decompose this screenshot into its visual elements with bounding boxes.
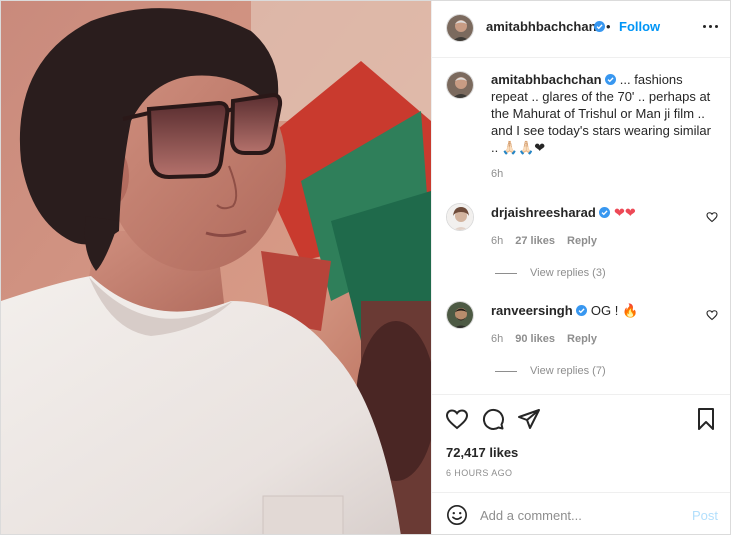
- verified-badge-icon: [605, 74, 617, 85]
- author-avatar-image: [447, 15, 473, 41]
- comment-body: ranveersingh OG ! 🔥: [491, 303, 638, 319]
- post-photo-image: [1, 1, 431, 534]
- caption-avatar-image: [447, 72, 473, 98]
- view-replies-button[interactable]: View replies (3): [495, 267, 606, 279]
- comment-like-icon[interactable]: [706, 211, 718, 223]
- comment-likes[interactable]: 27 likes: [515, 235, 555, 247]
- paper-plane-icon[interactable]: [517, 407, 541, 431]
- post-header: amitabhbachchan • Follow: [432, 1, 730, 58]
- post-photo[interactable]: [1, 1, 431, 534]
- author-avatar[interactable]: [446, 14, 474, 42]
- view-replies-label: View replies (3): [530, 267, 606, 279]
- comment-like-icon[interactable]: [706, 309, 718, 321]
- author-username[interactable]: amitabhbachchan: [486, 19, 597, 34]
- comment-meta: 6h 27 likes Reply: [491, 235, 597, 247]
- replies-divider: [495, 370, 517, 372]
- comment-username[interactable]: ranveersingh: [491, 303, 573, 318]
- verified-badge-icon: [594, 21, 605, 32]
- comment-avatar[interactable]: [446, 301, 474, 329]
- comment-composer: Post: [432, 492, 730, 534]
- comment-time[interactable]: 6h: [491, 333, 503, 345]
- post-age[interactable]: 6 HOURS AGO: [446, 468, 512, 478]
- comment-meta: 6h 90 likes Reply: [491, 333, 597, 345]
- comment-avatar-image: [447, 302, 473, 328]
- verified-badge-icon: [576, 305, 588, 316]
- smiley-icon[interactable]: [446, 504, 468, 526]
- comment-text: ❤❤: [614, 205, 636, 220]
- reply-button[interactable]: Reply: [567, 333, 597, 345]
- heart-outline-icon[interactable]: [445, 407, 469, 431]
- follow-button[interactable]: Follow: [619, 19, 660, 34]
- verified-badge-icon: [599, 207, 611, 218]
- post-sidebar: amitabhbachchan • Follow amitabhbachchan: [431, 1, 730, 534]
- header-separator: •: [606, 19, 611, 34]
- bookmark-icon[interactable]: [694, 407, 718, 431]
- likes-count[interactable]: 72,417 likes: [446, 445, 518, 460]
- post-caption: amitabhbachchan ... fashions repeat .. g…: [491, 71, 716, 156]
- view-replies-button[interactable]: View replies (7): [495, 365, 606, 377]
- post-modal: amitabhbachchan • Follow amitabhbachchan: [0, 0, 731, 535]
- comment-avatar[interactable]: [446, 203, 474, 231]
- caption-time[interactable]: 6h: [491, 168, 503, 180]
- comment-body: drjaishreesharad ❤❤: [491, 205, 636, 221]
- speech-bubble-icon[interactable]: [481, 407, 505, 431]
- comment-time[interactable]: 6h: [491, 235, 503, 247]
- reply-button[interactable]: Reply: [567, 235, 597, 247]
- comment-text: OG ! 🔥: [590, 303, 639, 318]
- replies-divider: [495, 272, 517, 274]
- more-options-icon[interactable]: [703, 25, 718, 28]
- comment-input[interactable]: [480, 505, 670, 525]
- caption-avatar[interactable]: [446, 71, 474, 99]
- caption-username[interactable]: amitabhbachchan: [491, 72, 602, 87]
- post-comment-button[interactable]: Post: [692, 508, 718, 523]
- comment-avatar-image: [447, 204, 473, 230]
- comment-likes[interactable]: 90 likes: [515, 333, 555, 345]
- view-replies-label: View replies (7): [530, 365, 606, 377]
- comment-username[interactable]: drjaishreesharad: [491, 205, 596, 220]
